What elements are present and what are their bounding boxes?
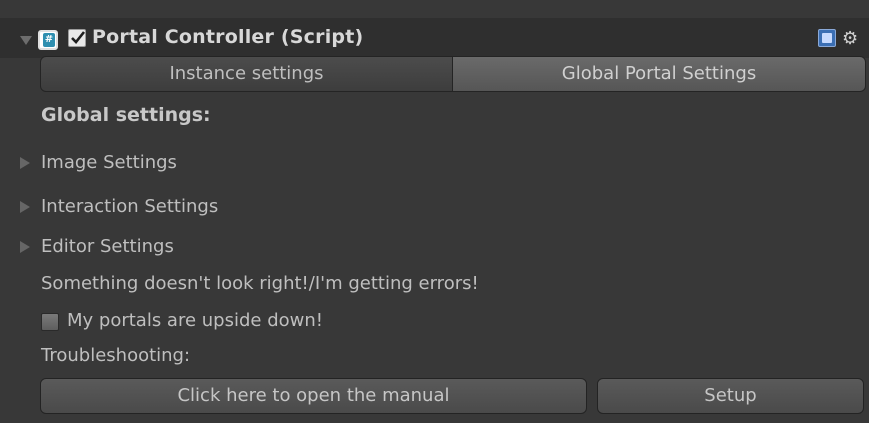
checkbox-label: My portals are upside down!: [67, 310, 323, 331]
checkbox-checked-icon: [71, 31, 86, 44]
upside-down-checkbox[interactable]: [41, 313, 59, 331]
component-enabled-checkbox[interactable]: [68, 29, 86, 47]
foldout-image-settings[interactable]: Image Settings: [0, 148, 600, 178]
foldout-interaction-settings[interactable]: Interaction Settings: [0, 192, 600, 222]
upside-down-toggle[interactable]: My portals are upside down!: [41, 306, 541, 336]
foldout-arrow-right-icon: [20, 201, 30, 213]
setup-button[interactable]: Setup: [597, 378, 864, 414]
component-title: Portal Controller (Script): [92, 26, 364, 48]
foldout-editor-settings[interactable]: Editor Settings: [0, 232, 600, 262]
foldout-label: Image Settings: [41, 152, 177, 173]
foldout-arrow-down-icon[interactable]: [20, 36, 32, 45]
tab-global-portal-settings[interactable]: Global Portal Settings: [453, 56, 866, 92]
warning-text: Something doesn't look right!/I'm gettin…: [41, 273, 479, 294]
troubleshooting-label: Troubleshooting:: [41, 345, 191, 366]
gear-icon[interactable]: ⚙: [842, 28, 866, 50]
help-icon[interactable]: [818, 29, 836, 47]
tab-instance-settings[interactable]: Instance settings: [40, 56, 453, 92]
foldout-label: Editor Settings: [41, 236, 174, 257]
open-manual-button[interactable]: Click here to open the manual: [40, 378, 587, 414]
foldout-arrow-right-icon: [20, 241, 30, 253]
settings-tab-bar: Instance settings Global Portal Settings: [40, 56, 866, 92]
foldout-label: Interaction Settings: [41, 196, 219, 217]
foldout-arrow-right-icon: [20, 157, 30, 169]
global-settings-heading: Global settings:: [41, 104, 211, 126]
inspector-panel: # Portal Controller (Script) ⚙ Instance …: [0, 0, 869, 423]
script-icon: #: [38, 30, 58, 50]
